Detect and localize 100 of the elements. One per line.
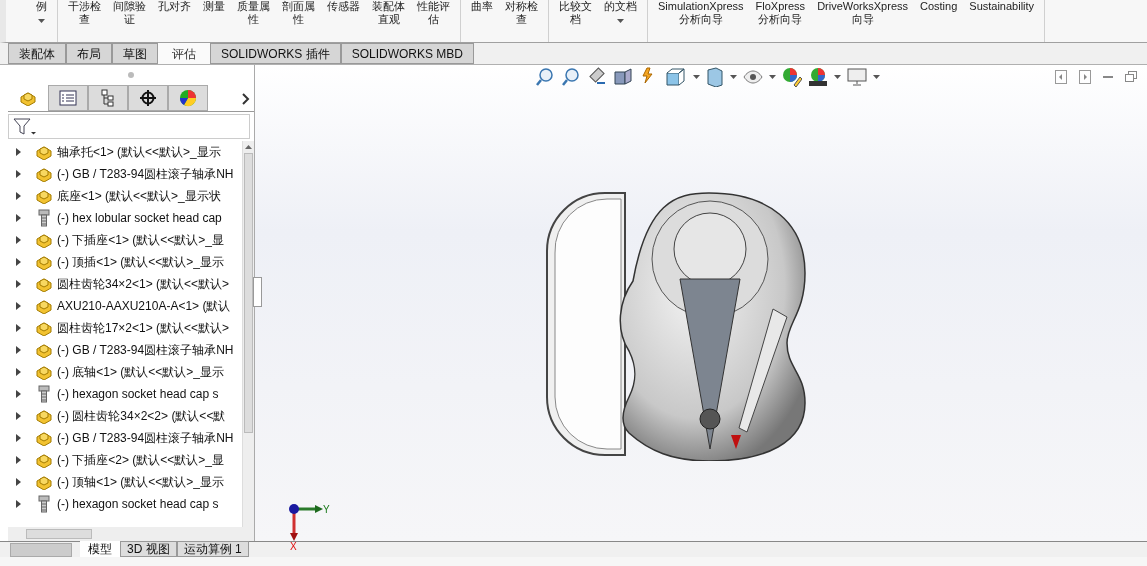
expand-arrow-icon[interactable] [16, 390, 21, 398]
ribbon-button[interactable]: 的文档 [604, 0, 637, 23]
monitor-icon[interactable] [847, 68, 867, 86]
ribbon-button[interactable]: 间隙验 证 [113, 0, 146, 26]
previous-view-icon[interactable] [587, 67, 607, 87]
expand-arrow-icon[interactable] [16, 324, 21, 332]
expand-arrow-icon[interactable] [16, 412, 21, 420]
tree-item[interactable]: 轴承托<1> (默认<<默认>_显示 [57, 143, 221, 161]
expand-arrow-icon[interactable] [16, 456, 21, 464]
ribbon-tab[interactable]: 草图 [112, 43, 158, 64]
caret-icon [834, 75, 841, 79]
view-orientation-icon[interactable] [665, 67, 687, 87]
caret-icon [730, 75, 737, 79]
model-tab[interactable]: 运动算例 1 [176, 541, 249, 557]
ribbon-button[interactable]: FloXpress 分析向导 [755, 0, 806, 26]
panel-tab[interactable] [128, 85, 168, 111]
tree-item[interactable]: (-) GB / T283-94圆柱滚子轴承NH [57, 429, 234, 447]
tree-item[interactable]: (-) GB / T283-94圆柱滚子轴承NH [57, 165, 234, 183]
tree-item[interactable]: AXU210-AAXU210A-A<1> (默认 [57, 297, 231, 315]
ribbon-button[interactable]: 装配体 直观 [372, 0, 405, 26]
part-icon [35, 452, 53, 468]
part-icon [35, 342, 53, 358]
tree-item[interactable]: (-) 顶插<1> (默认<<默认>_显示 [57, 253, 225, 271]
ribbon-button[interactable]: Costing [920, 0, 958, 13]
part-icon [35, 364, 53, 380]
tree-item[interactable]: (-) 底轴<1> (默认<<默认>_显示 [57, 363, 225, 381]
expand-arrow-icon[interactable] [16, 148, 21, 156]
expand-arrow-icon[interactable] [16, 368, 21, 376]
minimize-icon[interactable] [1103, 75, 1113, 79]
ribbon-button[interactable]: 干涉检 查 [68, 0, 101, 26]
grip-icon[interactable] [128, 72, 134, 78]
ribbon-button[interactable]: 质量属 性 [237, 0, 270, 26]
ribbon-tab[interactable]: 装配体 [8, 43, 66, 64]
ribbon-button[interactable]: 比较文 档 [559, 0, 592, 26]
display-style-icon[interactable] [706, 67, 724, 87]
expand-arrow-icon[interactable] [16, 192, 21, 200]
ribbon-button[interactable]: Sustainability [969, 0, 1035, 13]
scrollbar[interactable] [242, 141, 254, 527]
horizontal-scrollbar[interactable] [8, 527, 254, 541]
zoom-to-fit-icon[interactable] [535, 67, 555, 87]
part-icon [35, 144, 53, 160]
ribbon-button[interactable]: SimulationXpress 分析向导 [658, 0, 744, 26]
caret-icon [693, 75, 700, 79]
ribbon-tab[interactable]: SOLIDWORKS 插件 [210, 43, 341, 64]
eye-icon[interactable] [743, 70, 763, 84]
part-icon [19, 90, 37, 106]
ribbon-button[interactable]: 性能评 估 [417, 0, 450, 26]
expand-arrow-icon[interactable] [16, 500, 21, 508]
ribbon-tab[interactable]: 评估 [158, 43, 210, 64]
ribbon-tab[interactable]: 布局 [66, 43, 112, 64]
scene-icon[interactable] [808, 67, 828, 87]
ribbon-button[interactable]: 传感器 [327, 0, 360, 13]
expand-arrow-icon[interactable] [16, 214, 21, 222]
tree-item[interactable]: (-) 顶轴<1> (默认<<默认>_显示 [57, 473, 225, 491]
part-icon [35, 276, 53, 292]
tree-item[interactable]: (-) hexagon socket head cap s [57, 495, 219, 513]
model-tab[interactable]: 3D 视图 [120, 541, 177, 557]
ribbon-button[interactable]: 对称检 查 [505, 0, 538, 26]
zoom-area-icon[interactable] [561, 67, 581, 87]
expand-arrow-icon[interactable] [16, 236, 21, 244]
filter-icon[interactable] [13, 117, 37, 136]
restore-icon[interactable] [1125, 71, 1137, 83]
coordinate-triad-drawing: Y X [285, 503, 333, 551]
expand-arrow-icon[interactable] [16, 302, 21, 310]
tree-item[interactable]: 底座<1> (默认<<默认>_显示状 [57, 187, 221, 205]
chevron-right-icon[interactable] [242, 93, 250, 105]
ribbon-button[interactable]: 孔对齐 [158, 0, 191, 13]
section-view-icon[interactable] [613, 67, 633, 87]
ribbon-button[interactable]: 例 [36, 0, 47, 23]
tree-item[interactable]: 圆柱齿轮17×2<1> (默认<<默认> [57, 319, 230, 337]
tree-item[interactable]: (-) 下插座<2> (默认<<默认>_显 [57, 451, 225, 469]
tree-item[interactable]: (-) hex lobular socket head cap [57, 209, 222, 227]
tree-icon [101, 89, 115, 107]
panel-left-icon[interactable] [1055, 70, 1067, 84]
ribbon-button[interactable]: 剖面属 性 [282, 0, 315, 26]
tree-item[interactable]: (-) GB / T283-94圆柱滚子轴承NH [57, 341, 234, 359]
model-tab[interactable]: 模型 [80, 541, 120, 557]
splitter-handle[interactable] [253, 277, 262, 307]
part-icon [35, 430, 53, 446]
expand-arrow-icon[interactable] [16, 478, 21, 486]
expand-arrow-icon[interactable] [16, 434, 21, 442]
tree-item[interactable]: (-) hexagon socket head cap s [57, 385, 219, 403]
part-icon [35, 188, 53, 204]
screw-icon [38, 385, 50, 403]
expand-arrow-icon[interactable] [16, 346, 21, 354]
panel-tab[interactable] [168, 85, 208, 111]
ribbon-button[interactable]: DriveWorksXpress 向导 [817, 0, 908, 26]
expand-arrow-icon[interactable] [16, 280, 21, 288]
expand-arrow-icon[interactable] [16, 170, 21, 178]
ribbon-button[interactable]: 测量 [203, 0, 225, 13]
panel-right-icon[interactable] [1079, 70, 1091, 84]
appearance-pencil-icon[interactable] [782, 67, 802, 87]
ribbon-button[interactable]: 曲率 [471, 0, 493, 13]
tree-item[interactable]: (-) 下插座<1> (默认<<默认>_显 [57, 231, 225, 249]
scroll-up-icon[interactable] [245, 145, 252, 149]
tree-item[interactable]: 圆柱齿轮34×2<1> (默认<<默认> [57, 275, 230, 293]
ribbon-tab[interactable]: SOLIDWORKS MBD [340, 43, 475, 64]
expand-arrow-icon[interactable] [16, 258, 21, 266]
tree-item[interactable]: (-) 圆柱齿轮34×2<2> (默认<<默 [57, 407, 226, 425]
caret-icon [617, 19, 624, 23]
